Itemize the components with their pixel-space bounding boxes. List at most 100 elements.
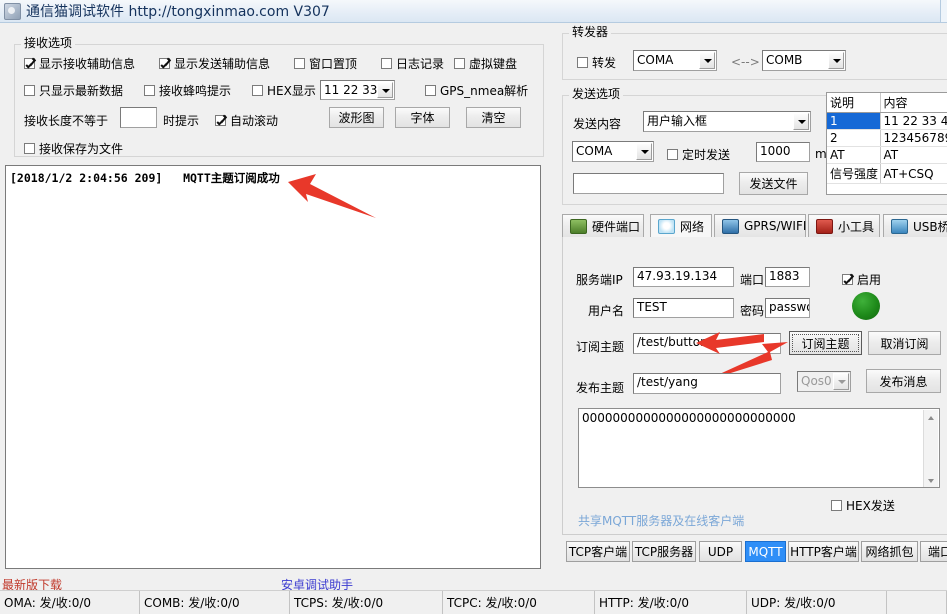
subscribe-topic-label: 订阅主题	[576, 340, 625, 354]
chevron-down-icon[interactable]	[828, 52, 844, 69]
send-file-path-input[interactable]	[573, 173, 724, 194]
scroll-up-icon[interactable]	[924, 410, 939, 425]
tab-mqtt[interactable]: MQTT	[745, 541, 786, 562]
server-ip-input[interactable]: 47.93.19.134	[633, 267, 734, 287]
checkbox-repeater-enable[interactable]: 转发	[577, 54, 616, 71]
checkbox-save-received-to-file[interactable]: 接收保存为文件	[24, 140, 123, 157]
cell-name: AT	[827, 146, 881, 164]
table-row[interactable]: AT AT	[827, 146, 947, 164]
waveform-button[interactable]: 波形图	[329, 107, 384, 128]
checkbox-timed-send[interactable]: 定时发送	[667, 146, 730, 163]
toolbox-icon	[816, 218, 833, 234]
chevron-down-icon[interactable]	[377, 82, 393, 98]
qos-value: Qos0	[801, 374, 832, 388]
checkbox-box	[159, 58, 170, 69]
chevron-down-icon[interactable]	[793, 113, 809, 130]
tab-label: USB桥	[913, 219, 947, 234]
table-row[interactable]: 信号强度 AT+CSQ	[827, 163, 947, 184]
send-port-combo[interactable]: COMA	[572, 141, 654, 162]
checkbox-auto-scroll[interactable]: 自动滚动	[215, 112, 278, 129]
checkbox-box	[842, 274, 853, 285]
font-button[interactable]: 字体	[395, 107, 450, 128]
qos-combo[interactable]: Qos0	[797, 371, 851, 392]
table-row[interactable]: 2 123456789	[827, 129, 947, 147]
tab-tcp-server[interactable]: TCP服务器	[632, 541, 696, 562]
port-input[interactable]: 1883	[765, 267, 810, 287]
checkbox-gps-nmea[interactable]: GPS_nmea解析	[425, 82, 528, 99]
publish-topic-input[interactable]: /test/yang	[633, 373, 781, 394]
window-close-button[interactable]	[940, 0, 947, 22]
checkbox-show-send-info[interactable]: 显示发送辅助信息	[159, 55, 270, 72]
chevron-down-icon[interactable]	[636, 143, 652, 160]
checkbox-window-on-top[interactable]: 窗口置顶	[294, 55, 357, 72]
username-input[interactable]: TEST	[633, 298, 734, 318]
command-list-table[interactable]: 说明 内容 1 11 22 33 44 5 2 123456789 AT AT …	[826, 92, 947, 195]
checkbox-hex-send[interactable]: HEX发送	[831, 497, 895, 514]
share-mqtt-server-link[interactable]: 共享MQTT服务器及在线客户端	[578, 512, 744, 529]
status-cell-tcpc: TCPC: 发/收:0/0	[443, 591, 595, 614]
cell-name: 2	[827, 129, 881, 147]
clear-button[interactable]: 清空	[466, 107, 521, 128]
chevron-down-icon[interactable]	[833, 373, 849, 390]
checkbox-label: 只显示最新数据	[39, 84, 124, 98]
tab-http-client[interactable]: HTTP客户端	[788, 541, 859, 562]
hex-format-combo[interactable]: 11 22 33	[320, 80, 395, 100]
tab-usb-bridge[interactable]: USB桥	[883, 214, 947, 238]
subscribe-topic-button[interactable]: 订阅主题	[789, 331, 862, 355]
message-scrollbar[interactable]	[923, 410, 939, 487]
status-cell-http: HTTP: 发/收:0/0	[595, 591, 747, 614]
checkbox-show-receive-info[interactable]: 显示接收辅助信息	[24, 55, 135, 72]
tab-label: 网络	[680, 219, 705, 234]
hardware-port-icon	[570, 218, 587, 234]
publish-message-textarea[interactable]: 0000000000000000000000000000	[578, 408, 940, 488]
checkbox-virtual-keyboard[interactable]: 虚拟键盘	[454, 55, 517, 72]
chevron-down-icon[interactable]	[699, 52, 715, 69]
tab-gprs-wifi[interactable]: GPRS/WIFI	[714, 214, 806, 238]
checkbox-mqtt-enable[interactable]: 启用	[842, 271, 881, 288]
table-header-row: 说明 内容	[827, 93, 947, 113]
repeater-port-b-combo[interactable]: COMB	[762, 50, 846, 71]
receive-length-input[interactable]	[120, 107, 157, 128]
tab-packet-capture[interactable]: 网络抓包	[861, 541, 918, 562]
password-input[interactable]: passwo	[765, 298, 810, 318]
checkbox-label: HEX显示	[267, 84, 316, 98]
checkbox-hex-display[interactable]: HEX显示	[252, 82, 316, 99]
checkbox-label: HEX发送	[846, 499, 895, 513]
checkbox-label: 接收保存为文件	[39, 142, 124, 156]
cell-name: 1	[827, 112, 881, 130]
tab-tcp-client[interactable]: TCP客户端	[566, 541, 630, 562]
tab-label: MQTT	[748, 544, 783, 559]
checkbox-label: GPS_nmea解析	[440, 84, 529, 98]
tab-udp[interactable]: UDP	[699, 541, 742, 562]
send-file-button[interactable]: 发送文件	[739, 172, 808, 195]
send-content-combo[interactable]: 用户输入框	[643, 111, 811, 132]
repeater-port-a-combo[interactable]: COMA	[633, 50, 717, 71]
checkbox-box	[454, 58, 465, 69]
table-row[interactable]: 1 11 22 33 44 5	[827, 112, 947, 130]
publish-topic-label: 发布主题	[576, 381, 625, 395]
publish-message-button[interactable]: 发布消息	[866, 369, 941, 393]
send-interval-input[interactable]: 1000	[756, 142, 810, 162]
receive-log-area[interactable]: [2018/1/2 2:04:56 209] MQTT主题订阅成功	[5, 165, 541, 569]
checkbox-box	[667, 149, 678, 160]
status-cell-comb: COMB: 发/收:0/0	[140, 591, 290, 614]
subscribe-topic-input[interactable]: /test/button	[633, 333, 781, 354]
checkbox-show-latest-only[interactable]: 只显示最新数据	[24, 82, 123, 99]
checkbox-label: 虚拟键盘	[469, 57, 518, 71]
unsubscribe-button[interactable]: 取消订阅	[868, 331, 941, 355]
checkbox-label: 窗口置顶	[309, 57, 358, 71]
connection-status-led	[852, 292, 880, 320]
gprs-wifi-icon	[722, 218, 739, 234]
tab-network[interactable]: 网络	[650, 214, 712, 238]
tab-port[interactable]: 端口	[920, 541, 947, 562]
tab-hardware-port[interactable]: 硬件端口	[562, 214, 644, 238]
hex-format-value: 11 22 33	[324, 83, 378, 97]
checkbox-log-record[interactable]: 日志记录	[381, 55, 444, 72]
app-icon	[4, 2, 21, 20]
tab-label: 端口	[927, 545, 947, 559]
tab-tools[interactable]: 小工具	[808, 214, 880, 238]
checkbox-label: 转发	[592, 56, 617, 70]
tab-label: TCP客户端	[568, 545, 628, 559]
checkbox-receive-buzzer[interactable]: 接收蜂鸣提示	[144, 82, 231, 99]
scroll-down-icon[interactable]	[924, 473, 939, 487]
